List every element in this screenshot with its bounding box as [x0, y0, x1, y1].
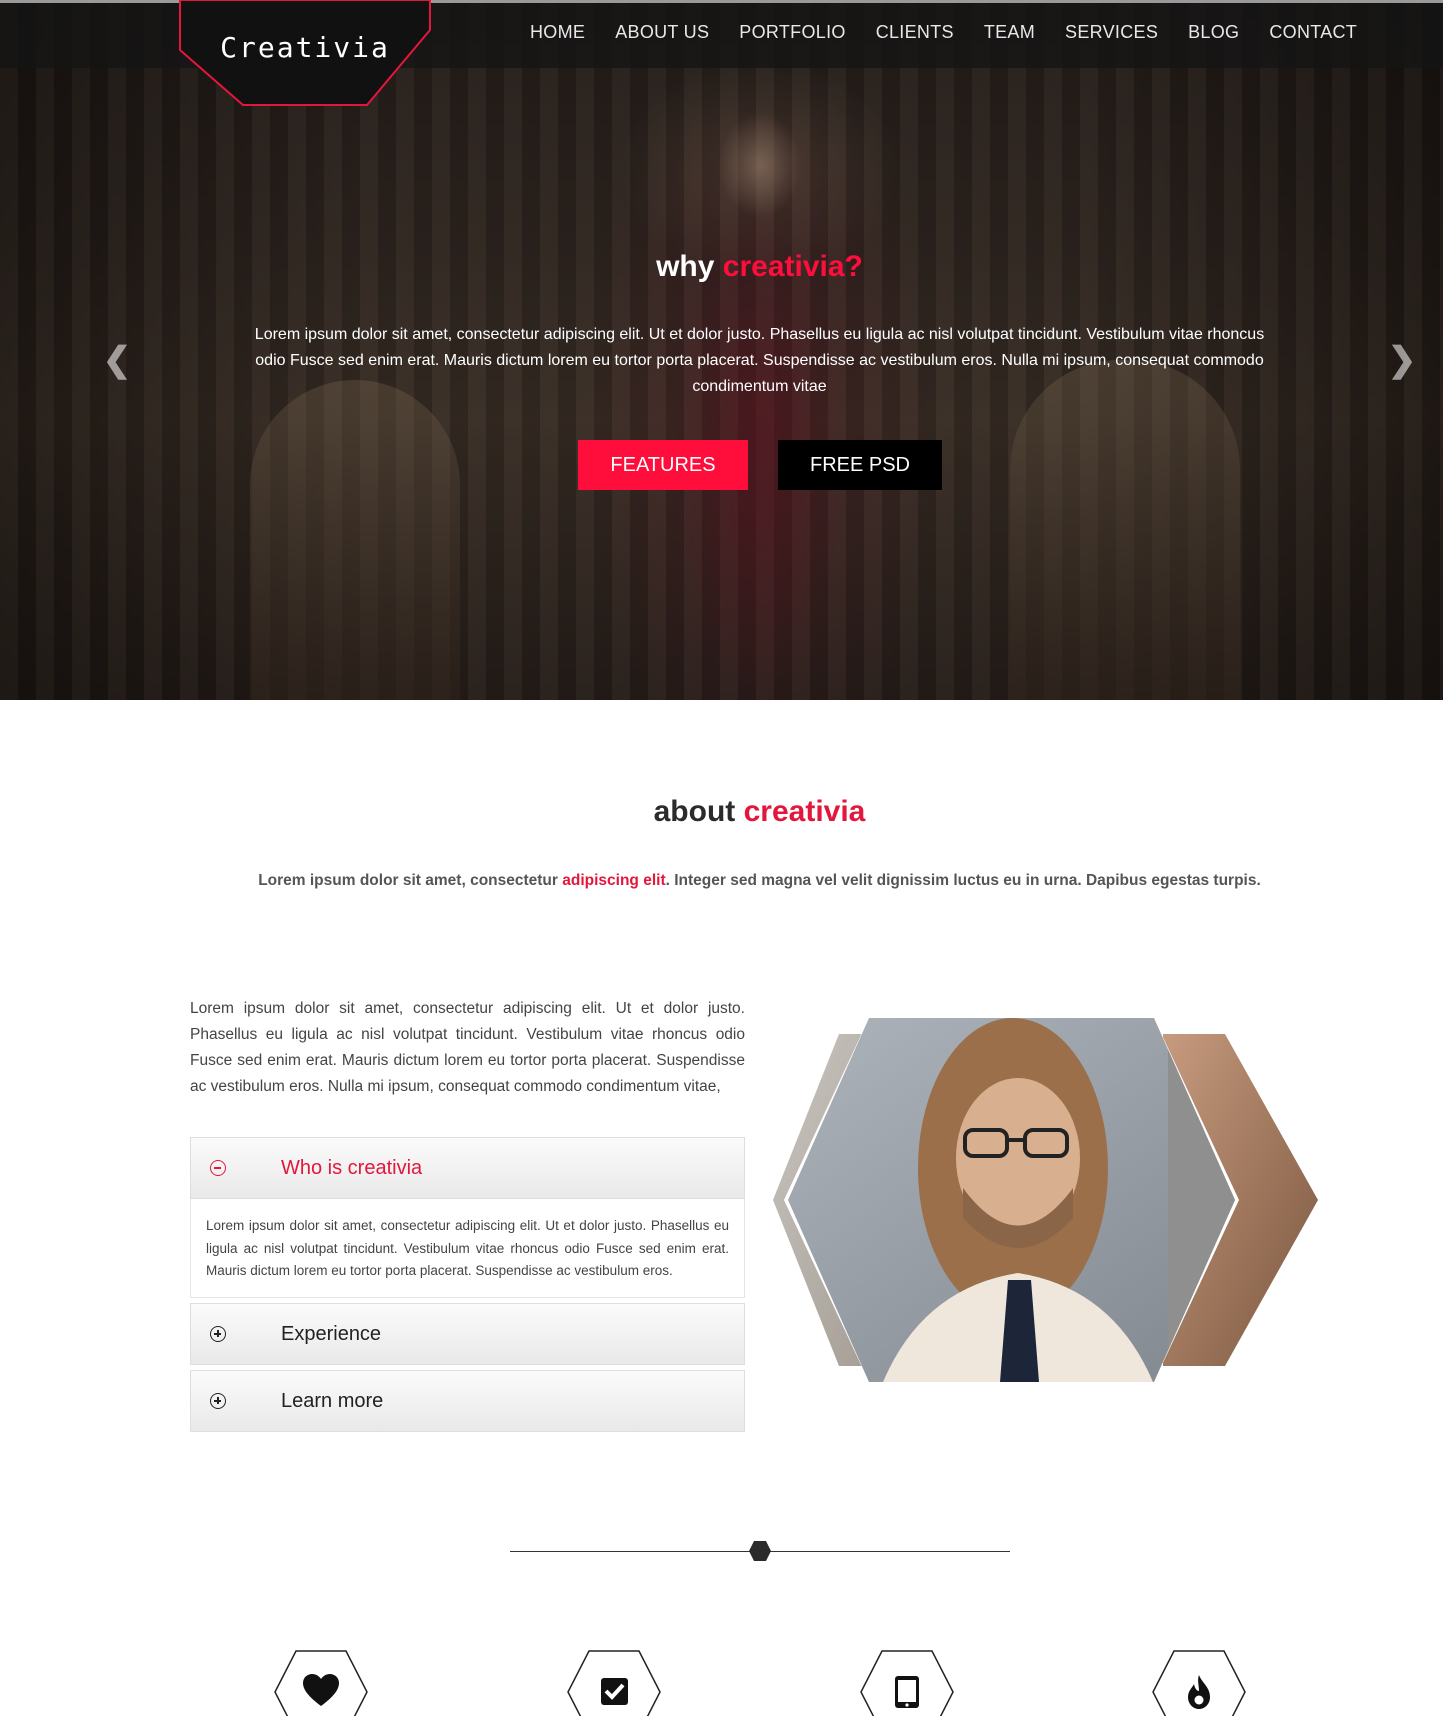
hero-text: Lorem ipsum dolor sit amet, consectetur … — [254, 326, 1265, 395]
about-subtitle-start: Lorem ipsum dolor sit amet, consectetur — [258, 872, 563, 889]
accordion-body: Lorem ipsum dolor sit amet, consectetur … — [190, 1199, 745, 1298]
accordion-label: Who is creativia — [281, 1156, 423, 1179]
nav-about-us[interactable]: ABOUT US — [615, 22, 709, 43]
accordion-label: Learn more — [281, 1389, 384, 1412]
minus-circle-icon — [210, 1160, 226, 1176]
about-subtitle: Lorem ipsum dolor sit amet, consectetur … — [0, 872, 1443, 890]
hero-title-prefix: why — [656, 250, 715, 283]
heart-icon — [303, 1674, 339, 1706]
hero-buttons: FEATURES FREE PSD — [578, 440, 942, 490]
features-button[interactable]: FEATURES — [578, 440, 748, 490]
nav-portfolio[interactable]: PORTFOLIO — [739, 22, 845, 43]
chevron-right-icon[interactable]: ❯ — [1387, 340, 1417, 380]
nav-clients[interactable]: CLIENTS — [876, 22, 954, 43]
tablet-icon — [895, 1676, 919, 1708]
accordion-header-experience[interactable]: Experience — [190, 1303, 745, 1365]
nav-team[interactable]: TEAM — [984, 22, 1035, 43]
hero-title-accent: creativia? — [722, 250, 863, 283]
about-subtitle-end: . Integer sed magna vel velit dignissim … — [665, 872, 1261, 889]
about-title-prefix: about — [653, 795, 736, 828]
feature-tablet[interactable] — [860, 1650, 954, 1716]
accordion-label: Experience — [281, 1322, 382, 1345]
nav-contact[interactable]: CONTACT — [1269, 22, 1357, 43]
nav-blog[interactable]: BLOG — [1188, 22, 1239, 43]
hero-title: why creativia? — [0, 250, 1443, 284]
flame-icon — [1188, 1675, 1210, 1709]
accordion-header-who-is-creativia[interactable]: Who is creativia — [190, 1137, 745, 1199]
checkbox-icon — [601, 1678, 628, 1705]
free-psd-button[interactable]: FREE PSD — [778, 440, 942, 490]
logo-text: Creativia — [220, 31, 390, 64]
about-title-accent: creativia — [743, 795, 866, 828]
about-subtitle-link[interactable]: adipiscing elit — [562, 872, 665, 889]
plus-circle-icon — [210, 1393, 226, 1409]
nav-services[interactable]: SERVICES — [1065, 22, 1158, 43]
accordion: Who is creativia Lorem ipsum dolor sit a… — [190, 1137, 745, 1432]
accordion-header-learn-more[interactable]: Learn more — [190, 1370, 745, 1432]
hexagon-icon — [749, 1541, 771, 1561]
feature-check[interactable] — [567, 1650, 661, 1716]
main-nav: HOME ABOUT US PORTFOLIO CLIENTS TEAM SER… — [530, 22, 1357, 43]
nav-home[interactable]: HOME — [530, 22, 585, 43]
about-title: about creativia — [0, 795, 1443, 829]
about-paragraph: Lorem ipsum dolor sit amet, consectetur … — [190, 1000, 745, 1095]
feature-heart[interactable] — [274, 1650, 368, 1716]
chevron-left-icon[interactable]: ❮ — [102, 340, 132, 380]
logo[interactable]: Creativia — [178, 0, 432, 107]
plus-circle-icon — [210, 1326, 226, 1342]
feature-flame[interactable] — [1152, 1650, 1246, 1716]
hexagon-photo-collage — [773, 1018, 1323, 1382]
